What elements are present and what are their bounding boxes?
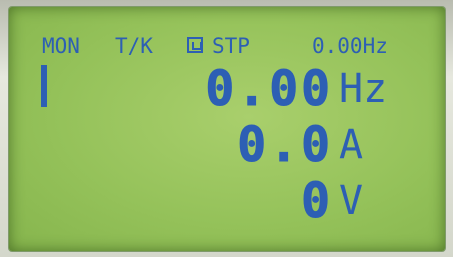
current-unit: A [339, 122, 364, 168]
voltage-value: 0 [301, 173, 333, 229]
lcd-screen: MON T/K STP 0.00Hz 0.00 Hz 0.0 A 0 V [9, 7, 445, 251]
frequency-setpoint: 0.00Hz [312, 34, 388, 58]
frequency-value: 0.00 [205, 61, 333, 117]
current-value: 0.0 [237, 117, 333, 173]
mode-indicator: MON [42, 34, 80, 58]
display-bezel: MON T/K STP 0.00Hz 0.00 Hz 0.0 A 0 V [0, 0, 453, 257]
run-state-indicator: STP [212, 34, 250, 58]
lock-icon [187, 37, 203, 53]
current-readout: 0.0 A [9, 117, 445, 173]
voltage-readout: 0 V [9, 173, 445, 229]
frequency-readout: 0.00 Hz [9, 61, 445, 117]
frequency-unit: Hz [339, 66, 388, 112]
voltage-unit: V [339, 178, 364, 224]
control-mode-indicator: T/K [115, 34, 153, 58]
status-line: MON T/K STP 0.00Hz [42, 33, 432, 59]
